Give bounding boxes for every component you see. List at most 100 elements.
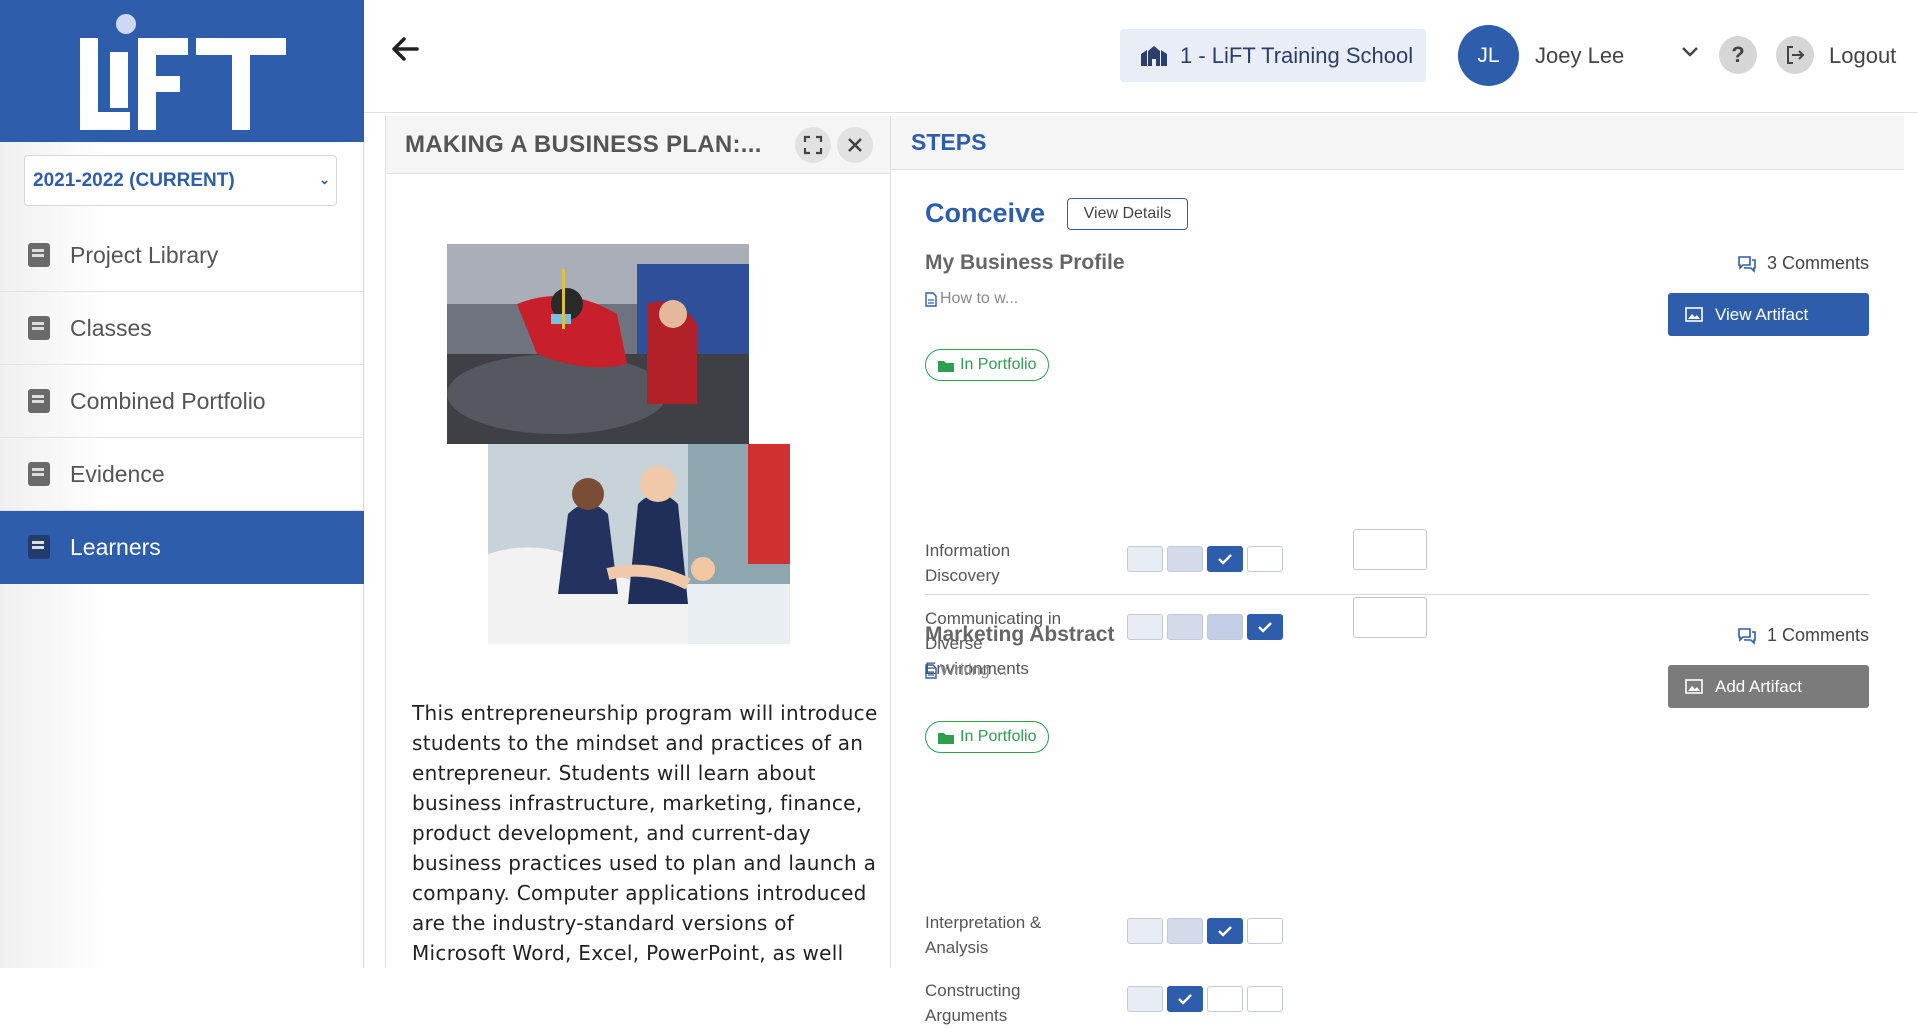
book-icon <box>28 243 50 267</box>
close-icon <box>848 138 862 152</box>
level-box-2[interactable] <box>1167 986 1203 1012</box>
document-name: Writing ... <box>940 662 1008 679</box>
level-box-1[interactable] <box>1127 546 1163 572</box>
skill-level-selector <box>1127 986 1283 1012</box>
project-image-nursing <box>488 444 790 644</box>
skill-name: Interpretation & Analysis <box>925 913 1042 957</box>
document-link[interactable]: Writing ... <box>925 662 1007 680</box>
sidebar-item-label: Classes <box>70 314 152 341</box>
phase-title: Conceive <box>925 198 1046 228</box>
check-icon <box>1218 553 1232 565</box>
score-input[interactable] <box>1353 597 1427 638</box>
check-icon <box>1218 925 1232 937</box>
school-selector[interactable]: 1 - LiFT Training School <box>1120 29 1426 82</box>
view-details-button[interactable]: View Details <box>1067 198 1188 230</box>
score-input[interactable] <box>1353 529 1427 570</box>
logout-icon[interactable] <box>1776 36 1814 74</box>
view-artifact-button[interactable]: View Artifact <box>1668 293 1869 336</box>
school-icon <box>1141 45 1167 66</box>
sidebar-item-label: Combined Portfolio <box>70 387 266 414</box>
level-box-4[interactable] <box>1247 546 1283 572</box>
level-box-1[interactable] <box>1127 918 1163 944</box>
chevron-down-icon[interactable] <box>1680 42 1700 62</box>
help-icon: ? <box>1731 42 1745 67</box>
level-box-4[interactable] <box>1247 986 1283 1012</box>
book-icon <box>28 535 50 559</box>
sidebar-item-learners[interactable]: Learners <box>0 511 364 584</box>
comments-link[interactable]: 3 Comments <box>1737 253 1869 274</box>
book-icon <box>28 462 50 486</box>
book-icon <box>28 389 50 413</box>
project-description: This entrepreneurship program will intro… <box>412 701 878 965</box>
in-portfolio-label: In Portfolio <box>960 356 1037 373</box>
sidebar-item-label: Learners <box>70 533 161 560</box>
project-panel: MAKING A BUSINESS PLAN:... This entrepre… <box>385 116 891 968</box>
check-icon <box>1258 621 1272 633</box>
level-box-3[interactable] <box>1207 918 1243 944</box>
level-box-3[interactable] <box>1207 986 1243 1012</box>
sidebar-item-combined-portfolio[interactable]: Combined Portfolio <box>0 365 364 438</box>
steps-panel: STEPS Conceive View Details My Business … <box>891 116 1904 1025</box>
level-box-4[interactable] <box>1247 918 1283 944</box>
in-portfolio-label: In Portfolio <box>960 728 1037 745</box>
close-button[interactable] <box>837 127 873 163</box>
step-name[interactable]: Marketing Abstract <box>925 623 1114 647</box>
project-title: MAKING A BUSINESS PLAN:... <box>405 130 762 158</box>
level-box-1[interactable] <box>1127 614 1163 640</box>
skill-name: Constructing Arguments <box>925 981 1021 1025</box>
lift-logo <box>80 14 286 130</box>
comments-icon <box>1738 255 1756 273</box>
folder-icon <box>938 732 954 744</box>
level-box-3[interactable] <box>1207 546 1243 572</box>
level-box-3[interactable] <box>1207 614 1243 640</box>
level-box-1[interactable] <box>1127 986 1163 1012</box>
sidebar-item-evidence[interactable]: Evidence <box>0 438 364 511</box>
skill-level-selector <box>1127 546 1283 572</box>
level-box-4[interactable] <box>1247 614 1283 640</box>
project-panel-header: MAKING A BUSINESS PLAN:... <box>386 116 890 174</box>
help-button[interactable]: ? <box>1719 36 1757 74</box>
school-year-value: 2021-2022 (CURRENT) <box>33 169 235 191</box>
sidebar: 2021-2022 (CURRENT) ⌄ Project Library Cl… <box>0 0 364 968</box>
skill-level-selector <box>1127 918 1283 944</box>
book-open-icon <box>28 316 50 340</box>
in-portfolio-badge[interactable]: In Portfolio <box>925 721 1050 753</box>
sidebar-item-label: Evidence <box>70 460 165 487</box>
school-name: 1 - LiFT Training School <box>1180 42 1414 68</box>
sidebar-item-label: Project Library <box>70 241 219 268</box>
image-icon <box>1685 307 1703 322</box>
add-artifact-label: Add Artifact <box>1715 676 1802 696</box>
comments-count: 3 Comments <box>1766 253 1869 273</box>
skill-name: Information Discovery <box>925 541 1011 585</box>
add-artifact-button[interactable]: Add Artifact <box>1668 665 1869 708</box>
expand-icon <box>803 135 823 155</box>
avatar[interactable]: JL <box>1458 25 1519 86</box>
view-artifact-label: View Artifact <box>1715 304 1809 324</box>
document-link[interactable]: How to w... <box>925 290 1018 308</box>
logout-button[interactable]: Logout <box>1829 43 1896 69</box>
logo-area[interactable] <box>0 0 364 142</box>
level-box-2[interactable] <box>1167 918 1203 944</box>
comments-link[interactable]: 1 Comments <box>1737 625 1869 646</box>
image-icon <box>1685 679 1703 694</box>
level-box-2[interactable] <box>1167 614 1203 640</box>
sidebar-item-project-library[interactable]: Project Library <box>0 219 364 292</box>
steps-heading: STEPS <box>891 116 1904 170</box>
school-year-select[interactable]: 2021-2022 (CURRENT) ⌄ <box>24 155 337 206</box>
step-name[interactable]: My Business Profile <box>925 251 1125 275</box>
project-image-automotive <box>447 244 749 444</box>
back-arrow-icon[interactable] <box>390 34 420 64</box>
sidebar-item-classes[interactable]: Classes <box>0 292 364 365</box>
in-portfolio-badge[interactable]: In Portfolio <box>925 349 1050 381</box>
check-icon <box>1178 993 1192 1005</box>
step-divider <box>925 594 1869 595</box>
comments-icon <box>1738 627 1756 645</box>
user-name[interactable]: Joey Lee <box>1535 43 1624 69</box>
comments-count: 1 Comments <box>1766 625 1869 645</box>
document-name: How to w... <box>940 290 1019 307</box>
expand-button[interactable] <box>795 127 831 163</box>
folder-icon <box>938 360 954 372</box>
level-box-2[interactable] <box>1167 546 1203 572</box>
document-icon <box>925 291 937 307</box>
skill-level-selector <box>1127 614 1283 640</box>
